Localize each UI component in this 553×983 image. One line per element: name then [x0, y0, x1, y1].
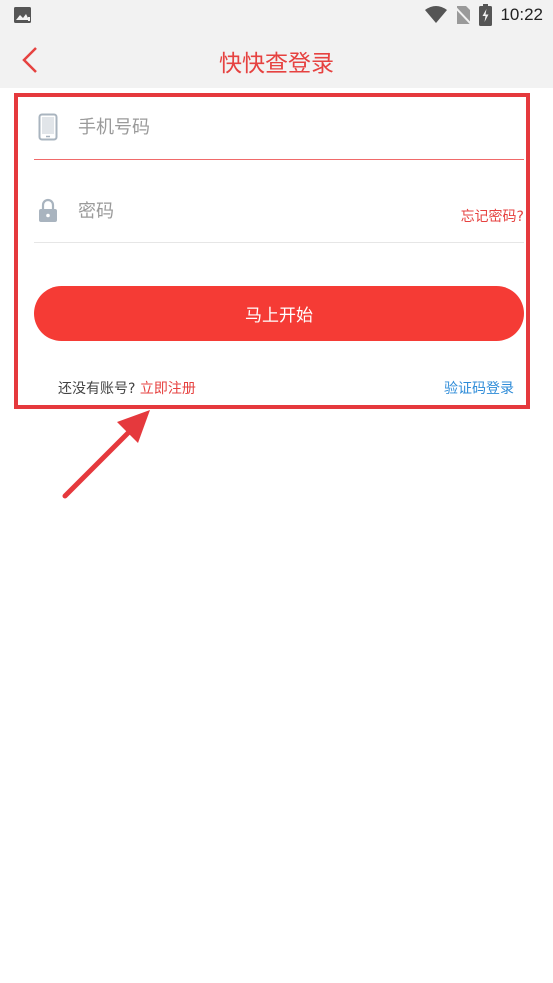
- page-title: 快快查登录: [219, 51, 334, 77]
- password-input[interactable]: [78, 195, 438, 227]
- battery-icon: [479, 4, 493, 26]
- wifi-icon: [425, 6, 448, 23]
- forgot-password-link[interactable]: 忘记密码?: [461, 206, 524, 226]
- image-notification-icon: [14, 7, 31, 23]
- status-bar: 10:22: [0, 0, 553, 30]
- app-bar: 快快查登录: [0, 30, 553, 88]
- login-form: 忘记密码? 马上开始 还没有账号? 立即注册 验证码登录: [14, 93, 530, 409]
- register-link[interactable]: 立即注册: [140, 381, 196, 397]
- password-field: 忘记密码?: [34, 181, 524, 243]
- no-sim-icon: [455, 6, 472, 25]
- no-account-label: 还没有账号?: [58, 381, 136, 397]
- phone-input[interactable]: [78, 111, 438, 143]
- annotation-arrow-icon: [62, 410, 150, 499]
- code-login-link[interactable]: 验证码登录: [444, 378, 514, 398]
- phone-icon: [38, 113, 58, 141]
- lock-icon: [39, 198, 57, 222]
- phone-field: [34, 97, 524, 160]
- account-links-row: 还没有账号? 立即注册 验证码登录: [58, 378, 514, 400]
- status-time: 10:22: [500, 5, 543, 24]
- start-button[interactable]: 马上开始: [34, 286, 524, 341]
